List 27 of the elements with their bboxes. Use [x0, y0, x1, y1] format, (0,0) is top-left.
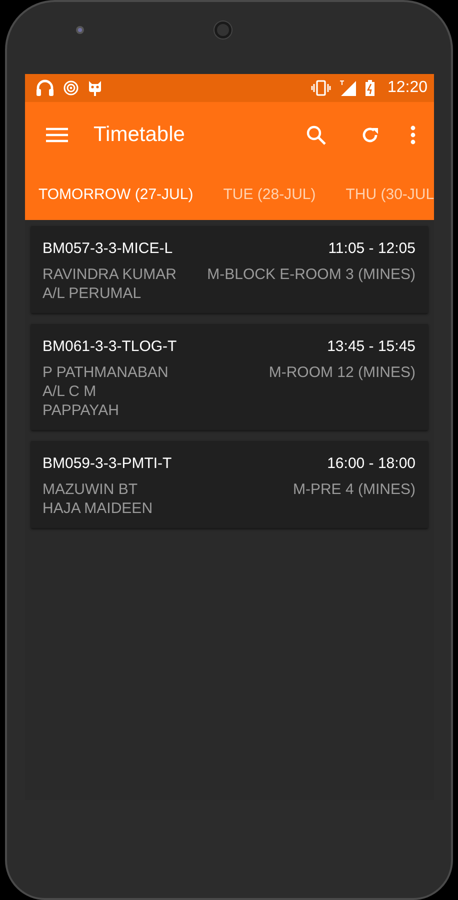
speaker-icon [213, 20, 233, 40]
app-title: Timetable [94, 123, 185, 147]
room-name: M-BLOCK E-ROOM 3 (MINES) [207, 265, 416, 285]
hotspot-icon [62, 80, 78, 96]
class-card[interactable]: BM061-3-3-TLOG-T 13:45 - 15:45 P PATHMANABAN A/L C M PAPPAYAH M-ROOM 12 (MINES) [30, 324, 428, 430]
lecturer-name: RAVINDRA KUMAR A/L PERUMAL [42, 265, 176, 303]
class-time: 16:00 - 18:00 [327, 455, 416, 472]
vibrate-icon [311, 80, 332, 96]
menu-icon[interactable] [46, 127, 68, 143]
class-time: 11:05 - 12:05 [328, 240, 416, 257]
class-code: BM057-3-3-MICE-L [42, 240, 173, 257]
battery-icon [365, 80, 376, 96]
search-icon[interactable] [306, 125, 326, 145]
room-name: M-PRE 4 (MINES) [292, 480, 416, 500]
lecturer-name: MAZUWIN BT HAJA MAIDEEN [42, 480, 153, 518]
room-name: M-ROOM 12 (MINES) [268, 363, 416, 383]
lecturer-name: P PATHMANABAN A/L C M PAPPAYAH [42, 363, 168, 420]
camera-icon [75, 25, 85, 35]
class-time: 13:45 - 15:45 [327, 338, 416, 355]
clock-time: 12:20 [387, 79, 428, 97]
signal-icon [339, 80, 358, 96]
class-code: BM059-3-3-PMTI-T [42, 455, 172, 472]
class-card[interactable]: BM057-3-3-MICE-L 11:05 - 12:05 RAVINDRA KUMAR A/L PERUMAL M-BLOCK E-ROOM 3 (MINES) [30, 226, 428, 313]
class-code: BM061-3-3-TLOG-T [42, 338, 177, 355]
class-card[interactable]: BM059-3-3-PMTI-T 16:00 - 18:00 MAZUWIN BT HAJA MAIDEEN M-PRE 4 (MINES) [30, 441, 428, 528]
more-icon[interactable] [410, 125, 416, 145]
headphones-icon [34, 79, 54, 97]
